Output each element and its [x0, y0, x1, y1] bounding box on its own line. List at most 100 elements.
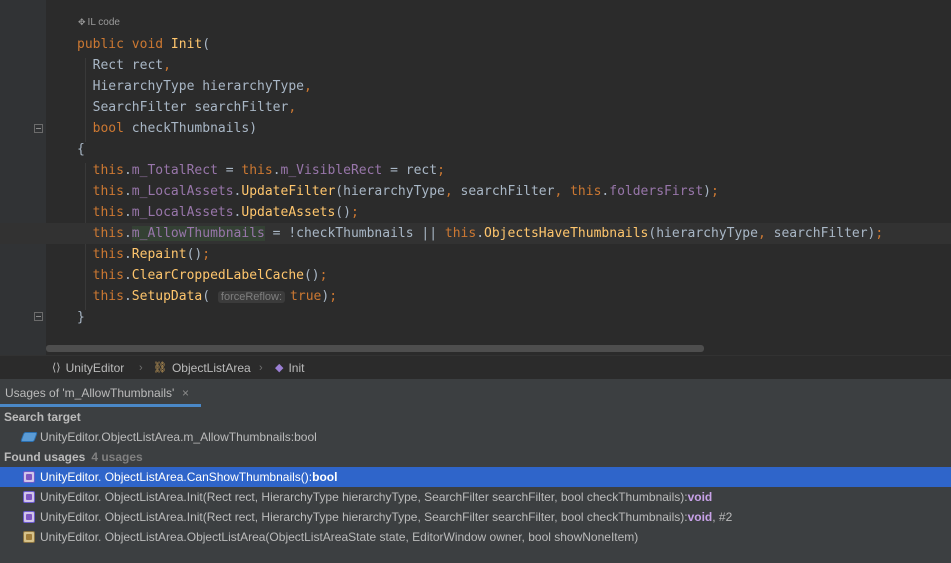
usage-text: UnityEditor. ObjectListArea.Init(Rect re… [40, 487, 712, 507]
code-token: this [570, 184, 602, 199]
usage-return-type: void [687, 490, 713, 504]
code-token: m_AllowThumbnails [131, 226, 265, 241]
code-token: ; [350, 205, 359, 220]
code-token: , [163, 58, 171, 73]
code-line[interactable]: this.SetupData( forceReflow: true); [0, 286, 951, 307]
usage-row[interactable]: UnityEditor. ObjectListArea.Init(Rect re… [0, 487, 951, 507]
il-code-icon: ✥ [78, 17, 86, 27]
search-target-header[interactable]: Search target [4, 407, 81, 427]
search-target-row[interactable]: UnityEditor.ObjectListArea.m_AllowThumbn… [0, 427, 951, 447]
code-token: bool [92, 121, 132, 136]
code-token: this [92, 205, 124, 220]
parameter-hint: forceReflow: [217, 291, 286, 303]
code-token: checkThumbnails) [131, 121, 258, 136]
code-token: this [92, 226, 124, 241]
code-token: . [272, 163, 281, 178]
chevron-right-icon: › [139, 362, 143, 374]
method-icon: ◆ [275, 362, 284, 374]
code-token: . [123, 226, 132, 241]
code-token: m_TotalRect [131, 163, 218, 178]
code-token: = [217, 163, 242, 178]
code-line[interactable]: this.m_TotalRect = this.m_VisibleRect = … [0, 160, 951, 181]
code-line[interactable]: this.m_LocalAssets.UpdateFilter(hierarch… [0, 181, 951, 202]
code-token: . [123, 247, 132, 262]
il-code-hint[interactable]: ✥ IL code [78, 17, 120, 28]
code-token: ( [202, 289, 218, 304]
code-editor[interactable]: ✥ IL code public void Init( Rect rect, Hi… [0, 0, 951, 355]
breadcrumb: ⟨⟩ UnityEditor › ⛓ ObjectListArea › ◆ In… [0, 355, 951, 380]
usage-signature: UnityEditor. ObjectListArea.ObjectListAr… [40, 530, 639, 544]
code-token: searchFilter [460, 184, 555, 199]
code-token: } [77, 310, 85, 325]
namespace-icon: ⟨⟩ [52, 362, 61, 374]
code-line[interactable]: this.m_LocalAssets.UpdateAssets(); [0, 202, 951, 223]
code-line[interactable]: HierarchyType hierarchyType, [0, 76, 951, 97]
code-token: () [186, 247, 203, 262]
code-line[interactable]: { [0, 139, 951, 160]
code-token: true [290, 289, 322, 304]
usage-suffix: , #2 [712, 510, 733, 524]
code-token: , [288, 100, 297, 115]
code-token: . [123, 205, 132, 220]
code-token: () [335, 205, 351, 220]
breadcrumb-item-namespace[interactable]: ⟨⟩ UnityEditor [52, 356, 124, 380]
code-token: Init [170, 37, 203, 52]
breadcrumb-item-class[interactable]: ⛓ ObjectListArea [153, 356, 251, 380]
code-token: . [123, 184, 132, 199]
code-line[interactable]: this.Repaint(); [0, 244, 951, 265]
code-token: ; [875, 226, 884, 241]
usage-return-type: bool [312, 470, 338, 484]
code-token: , [757, 226, 774, 241]
field-icon [20, 432, 38, 442]
usage-signature: UnityEditor. ObjectListArea.Init(Rect re… [40, 490, 688, 504]
constructor-icon [23, 531, 35, 543]
code-line[interactable]: SearchFilter searchFilter, [0, 97, 951, 118]
code-line[interactable]: bool checkThumbnails) [0, 118, 951, 139]
usage-row[interactable]: UnityEditor. ObjectListArea.CanShowThumb… [0, 467, 951, 487]
code-token: m_VisibleRect [280, 163, 383, 178]
usage-row[interactable]: UnityEditor. ObjectListArea.Init(Rect re… [0, 507, 951, 527]
code-line[interactable]: this.m_AllowThumbnails = !checkThumbnail… [0, 223, 951, 244]
code-line[interactable]: Rect rect, [0, 55, 951, 76]
search-target-text: UnityEditor.ObjectListArea.m_AllowThumbn… [40, 430, 317, 444]
code-token: ClearCroppedLabelCache [131, 268, 304, 283]
code-token: this [92, 268, 124, 283]
chevron-right-icon: › [259, 362, 263, 374]
code-token: ; [319, 268, 328, 283]
breadcrumb-label: UnityEditor [65, 361, 125, 375]
code-token: SearchFilter searchFilter [77, 100, 289, 115]
usages-panel: Search target UnityEditor.ObjectListArea… [0, 407, 951, 563]
code-token: , [444, 184, 461, 199]
usage-signature: UnityEditor. ObjectListArea.Init(Rect re… [40, 510, 688, 524]
code-line[interactable]: this.ClearCroppedLabelCache(); [0, 265, 951, 286]
code-token: ; [329, 289, 338, 304]
code-token: { [77, 142, 85, 157]
found-usages-header[interactable]: Found usages 4 usages [4, 447, 143, 467]
code-token: . [123, 163, 132, 178]
class-icon: ⛓ [153, 362, 167, 374]
close-icon[interactable]: × [182, 379, 189, 407]
tab-usages[interactable]: Usages of 'm_AllowThumbnails' × [0, 379, 201, 407]
usage-row[interactable]: UnityEditor. ObjectListArea.ObjectListAr… [0, 527, 951, 547]
breadcrumb-label: Init [288, 361, 305, 375]
code-token: ) [321, 289, 330, 304]
breadcrumb-item-method[interactable]: ◆ Init [275, 356, 304, 380]
code-token: SetupData [131, 289, 203, 304]
code-token: this [92, 289, 124, 304]
usage-text: UnityEditor. ObjectListArea.Init(Rect re… [40, 507, 732, 527]
code-line[interactable]: public void Init( [0, 34, 951, 55]
code-token: this [92, 163, 124, 178]
code-token: foldersFirst [609, 184, 704, 199]
code-token: this [92, 247, 124, 262]
usage-count: 4 usages [91, 450, 143, 464]
code-token: this [241, 163, 273, 178]
method-icon [23, 511, 35, 523]
code-line[interactable]: } [0, 307, 951, 328]
search-target-label: Search target [4, 410, 81, 424]
code-token: ( [202, 37, 211, 52]
horizontal-scrollbar[interactable] [46, 345, 704, 352]
